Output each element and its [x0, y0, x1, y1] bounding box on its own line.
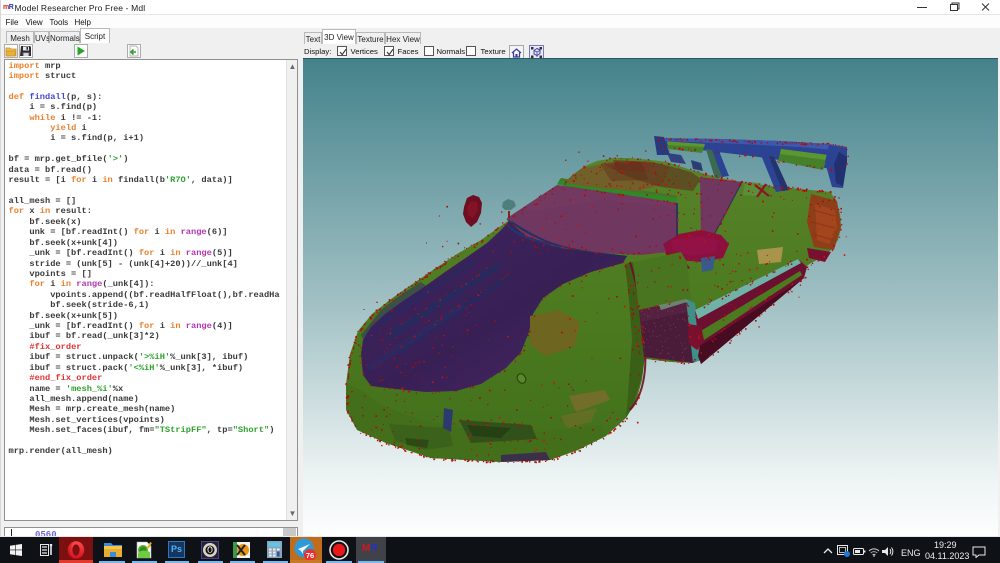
svg-text:76: 76 — [306, 551, 314, 560]
